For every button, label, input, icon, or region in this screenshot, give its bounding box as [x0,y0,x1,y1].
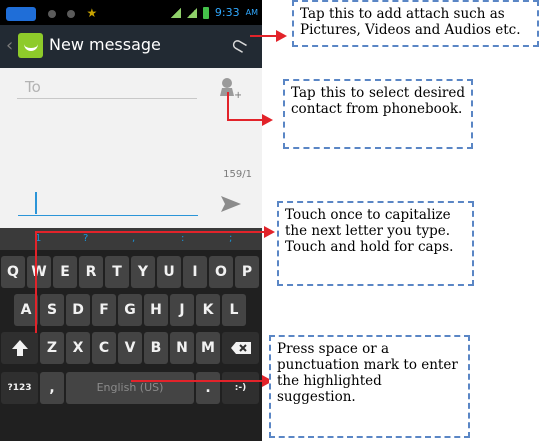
key-p[interactable]: P [235,256,259,288]
key-x[interactable]: X [66,332,90,364]
status-ampm: AM [245,8,258,17]
suggestion-item[interactable]: , [132,233,135,244]
key-t[interactable]: T [105,256,129,288]
space-key[interactable]: English (US) [66,372,194,404]
shift-arrow-line-h [35,231,267,233]
usb-icon [47,10,56,18]
phone-screen: ★ 9:33 AM ‹ New message ⊂ To + 159/1 1 ?… [0,0,262,441]
period-key[interactable]: . [196,372,220,404]
key-q[interactable]: Q [1,256,25,288]
space-arrow-line [131,380,265,382]
key-h[interactable]: H [144,294,168,326]
shift-arrowhead [264,226,275,238]
status-icons-left: ★ [6,6,97,21]
contact-arrow-line-h [227,119,265,121]
key-i[interactable]: I [183,256,207,288]
page-title: New message [49,35,161,54]
back-chevron-icon[interactable]: ‹ [6,35,13,56]
key-u[interactable]: U [157,256,181,288]
signal-icon [170,7,181,18]
shift-key[interactable] [1,332,38,364]
key-y[interactable]: Y [131,256,155,288]
message-input[interactable] [18,215,198,216]
contact-note: Tap this to select desired contact from … [283,79,473,149]
key-g[interactable]: G [118,294,142,326]
backspace-icon [230,342,251,354]
notification-chip-icon [6,7,36,21]
star-icon: ★ [86,6,98,20]
key-v[interactable]: V [118,332,142,364]
to-field[interactable]: To [17,75,197,99]
shift-note: Touch once to capitalize the next letter… [277,201,474,286]
key-f[interactable]: F [92,294,116,326]
key-j[interactable]: J [170,294,194,326]
add-contact-icon[interactable]: + [217,76,241,100]
key-o[interactable]: O [209,256,233,288]
key-s[interactable]: S [40,294,64,326]
sync-icon [67,10,75,18]
suggestion-item[interactable]: ; [229,233,232,244]
shift-arrow-icon [11,340,28,356]
emoji-key[interactable]: :-) [222,372,259,404]
space-note: Press space or a punctuation mark to ent… [269,335,470,438]
symbols-key[interactable]: ?123 [1,372,38,404]
key-c[interactable]: C [92,332,116,364]
shift-arrow-line-v [35,231,37,333]
title-bar: ‹ New message ⊂ [0,25,262,68]
char-count: 159/1 [223,169,252,180]
key-w[interactable]: W [27,256,51,288]
messaging-app-icon [18,33,43,58]
key-e[interactable]: E [53,256,77,288]
attach-icon[interactable]: ⊂ [226,30,253,59]
key-l[interactable]: L [222,294,246,326]
key-d[interactable]: D [66,294,90,326]
contact-arrow-line-v [227,92,229,120]
status-bar: ★ 9:33 AM [0,0,262,25]
attach-arrow-line [250,35,278,37]
comma-key[interactable]: , [40,372,64,404]
send-icon[interactable] [219,194,243,214]
key-k[interactable]: K [196,294,220,326]
to-placeholder: To [25,78,41,96]
key-r[interactable]: R [79,256,103,288]
svg-text:+: + [234,90,241,100]
status-icons-right: 9:33 AM [170,6,258,19]
key-m[interactable]: M [196,332,220,364]
suggestion-item[interactable]: : [181,233,184,244]
backspace-key[interactable] [222,332,259,364]
key-b[interactable]: B [144,332,168,364]
attach-arrowhead [276,30,287,42]
signal-icon-2 [186,7,197,18]
battery-icon [202,6,209,19]
attach-note: Tap this to add attach such as Pictures,… [292,0,539,47]
suggestion-item[interactable]: ? [83,233,88,244]
key-n[interactable]: N [170,332,194,364]
text-cursor [35,192,37,214]
status-time: 9:33 [214,6,240,19]
contact-arrowhead [262,114,273,126]
key-z[interactable]: Z [40,332,64,364]
